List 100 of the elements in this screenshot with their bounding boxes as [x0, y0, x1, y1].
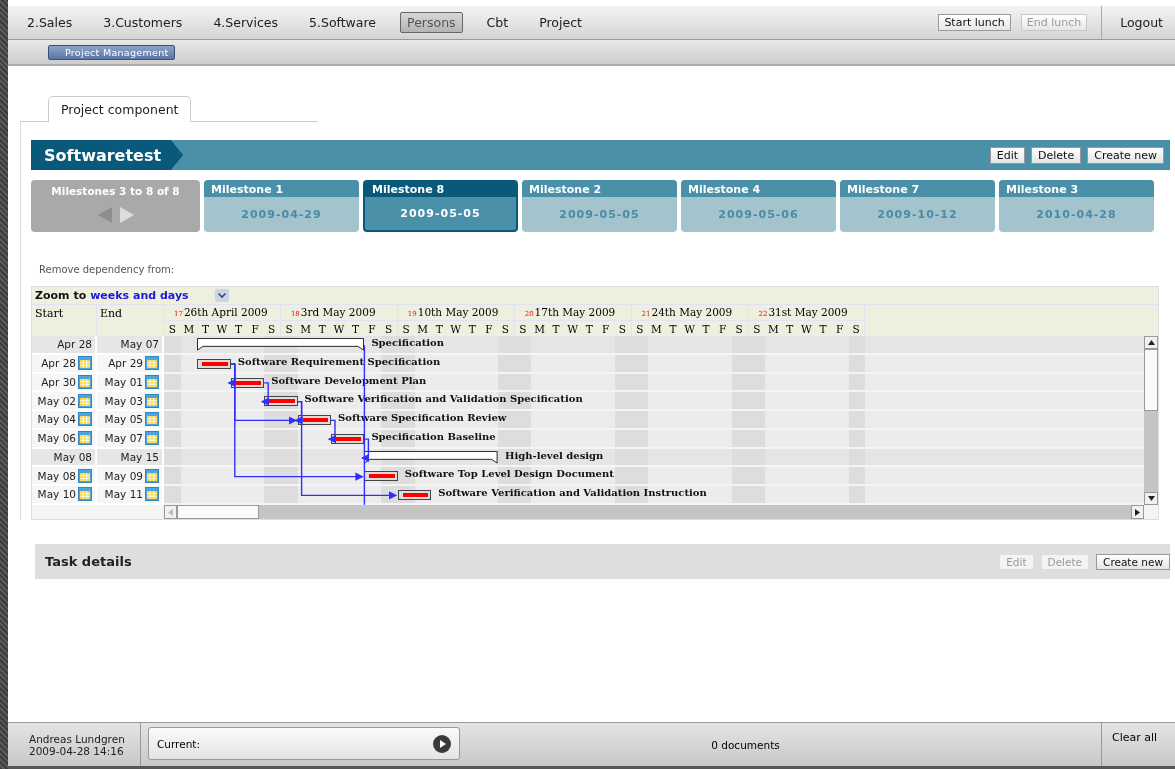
day-letter: M	[416, 322, 429, 337]
clear-all-button[interactable]: Clear all	[1101, 723, 1175, 766]
task-name: Software Requirement Specification	[237, 355, 441, 367]
day-letter: S	[383, 322, 394, 337]
calendar-icon[interactable]	[78, 412, 92, 427]
task-name: High-level design	[505, 449, 604, 461]
project-button[interactable]: Edit	[989, 146, 1026, 164]
task-bar[interactable]	[364, 471, 398, 482]
scroll-up-icon[interactable]	[1147, 340, 1155, 345]
calendar-icon[interactable]	[145, 374, 159, 389]
milestone-card[interactable]: Milestone 2 2009-05-05	[522, 180, 677, 232]
day-letter: M	[533, 322, 546, 337]
logout-link[interactable]: Logout	[1120, 15, 1163, 30]
task-button[interactable]: Create new	[1096, 553, 1170, 570]
day-letter: T	[785, 322, 795, 337]
task-name: Software Top Level Design Document	[404, 468, 614, 480]
calendar-icon[interactable]	[145, 487, 159, 502]
day-letter: W	[449, 322, 463, 337]
day-letter: M	[299, 322, 313, 337]
day-letter: T	[668, 322, 678, 337]
start-date: May 08	[53, 450, 92, 463]
scroll-down-icon[interactable]	[1147, 496, 1155, 501]
day-letter: T	[584, 322, 594, 337]
day-letter: F	[601, 322, 611, 337]
vertical-scrollbar[interactable]	[1144, 336, 1158, 505]
calendar-icon[interactable]	[78, 393, 92, 408]
day-letter: M	[766, 322, 780, 337]
day-letter: S	[401, 322, 411, 337]
nav-tab[interactable]: Cbt	[479, 12, 516, 33]
day-letter: T	[701, 322, 711, 337]
task-bar[interactable]	[331, 433, 365, 444]
nav-tab[interactable]: 4.Services	[206, 12, 285, 33]
day-letter: F	[834, 322, 845, 337]
scrollbar-thumb[interactable]	[1144, 349, 1158, 411]
lunch-button[interactable]: Start lunch	[938, 14, 1011, 31]
dropdown-chevron-icon[interactable]	[214, 289, 229, 302]
project-title: Softwaretest	[31, 140, 184, 170]
day-letter: T	[350, 322, 360, 337]
day-letter: T	[200, 322, 210, 337]
milestone-card[interactable]: Milestone 4 2009-05-06	[681, 180, 836, 232]
project-button[interactable]: Create new	[1087, 146, 1164, 164]
summary-bar[interactable]	[197, 338, 365, 351]
calendar-icon[interactable]	[78, 487, 92, 502]
task-bar[interactable]	[264, 396, 298, 407]
milestone-card[interactable]: Milestone 1 2009-04-29	[204, 180, 359, 232]
day-letter: F	[250, 322, 260, 337]
end-date: May 01	[104, 375, 143, 388]
zoom-link[interactable]: weeks and days	[90, 289, 189, 302]
current-field[interactable]: Current:	[148, 727, 460, 760]
tab[interactable]: Project component	[48, 96, 192, 122]
day-letter: M	[650, 322, 663, 337]
task-bar[interactable]	[397, 490, 432, 500]
nav-tab[interactable]: Project	[532, 12, 589, 33]
week-label: 10th May 2009	[417, 306, 499, 318]
task-name: Specification	[371, 337, 445, 348]
nav-tab[interactable]: Persons	[400, 12, 463, 33]
calendar-icon[interactable]	[145, 412, 159, 427]
nav-tab[interactable]: 3.Customers	[96, 12, 190, 33]
calendar-icon[interactable]	[145, 356, 159, 371]
calendar-icon[interactable]	[145, 393, 159, 408]
calendar-icon[interactable]	[145, 431, 159, 446]
day-letter: S	[167, 322, 177, 337]
week-label: 3rd May 2009	[300, 306, 376, 318]
start-date: May 06	[37, 432, 76, 445]
calendar-icon[interactable]	[78, 431, 92, 446]
task-name: Software Verification and Validation Instruction	[438, 487, 707, 498]
task-bar[interactable]	[197, 358, 231, 369]
calendar-icon[interactable]	[78, 356, 92, 371]
login-time: 2009-04-28 14:16	[29, 744, 125, 757]
day-letter: W	[566, 322, 580, 337]
week-label: 26th April 2009	[183, 306, 268, 318]
day-letter: T	[234, 322, 244, 337]
start-date: May 02	[37, 394, 76, 407]
day-letter: T	[551, 322, 561, 337]
end-date: May 11	[104, 488, 143, 501]
end-date: May 09	[104, 469, 143, 482]
calendar-icon[interactable]	[78, 468, 92, 483]
milestone-card[interactable]: Milestone 7 2009-10-12	[840, 180, 995, 232]
scroll-right-icon[interactable]	[1135, 508, 1140, 516]
nav-tab[interactable]: 5.Software	[302, 12, 384, 33]
day-letter: S	[734, 322, 744, 337]
day-letter: W	[800, 322, 813, 337]
day-letter: T	[317, 322, 327, 337]
task-bar[interactable]	[230, 377, 265, 388]
day-letter: S	[851, 322, 861, 337]
milestone-card[interactable]: Milestone 8 2009-05-05	[363, 180, 518, 232]
nav-tab[interactable]: 2.Sales	[20, 12, 80, 33]
project-button[interactable]: Delete	[1031, 146, 1082, 164]
horizontal-scrollbar[interactable]	[164, 505, 1144, 519]
user-name: Andreas Lundgren	[29, 732, 126, 745]
task-bar[interactable]	[297, 415, 331, 425]
play-icon[interactable]	[433, 734, 451, 753]
milestone-card[interactable]: Milestone 3 2010-04-28	[999, 180, 1154, 232]
calendar-icon[interactable]	[145, 468, 159, 483]
calendar-icon[interactable]	[78, 374, 92, 389]
scrollbar-thumb[interactable]	[177, 505, 259, 519]
breadcrumb[interactable]: Project Management	[48, 44, 175, 60]
day-letter: F	[367, 322, 377, 337]
day-letter: S	[284, 322, 294, 337]
task-name: Specification Baseline	[371, 430, 496, 442]
